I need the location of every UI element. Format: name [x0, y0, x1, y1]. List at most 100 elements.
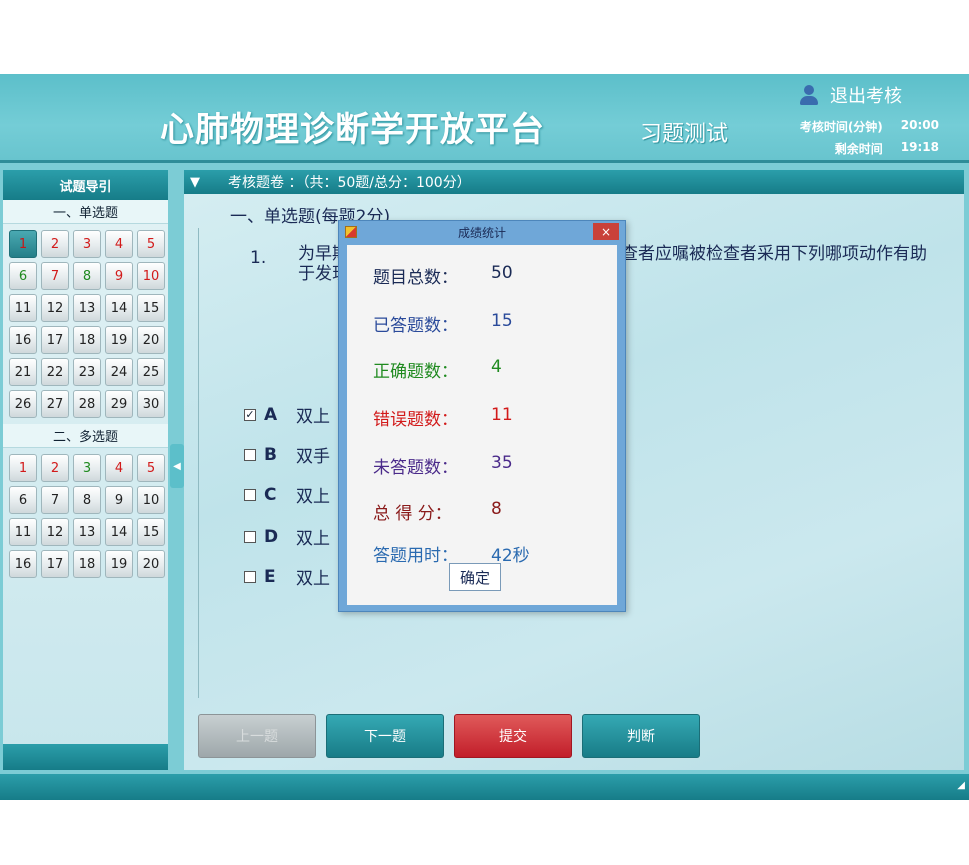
question-button-8[interactable]: 8	[73, 262, 101, 290]
next-question-button[interactable]: 下一题	[326, 714, 444, 758]
collapse-sidebar-handle[interactable]: ◀	[170, 444, 184, 488]
question-button-22[interactable]: 22	[41, 358, 69, 386]
question-button-6[interactable]: 6	[9, 262, 37, 290]
sidebar-footer	[3, 744, 168, 770]
question-button-25[interactable]: 25	[137, 358, 165, 386]
question-button-23[interactable]: 23	[73, 358, 101, 386]
question-button-19[interactable]: 19	[105, 326, 133, 354]
multi-question-button-1[interactable]: 1	[9, 454, 37, 482]
exam-time-value: 20:00	[900, 118, 939, 132]
option-d[interactable]: D 双上	[244, 524, 330, 549]
question-button-20[interactable]: 20	[137, 326, 165, 354]
exam-time-row: 考核时间(分钟) 20:00	[800, 118, 939, 135]
multi-question-button-12[interactable]: 12	[41, 518, 69, 546]
app-title: 心肺物理诊断学开放平台	[160, 110, 545, 150]
dialog-body: 题目总数： 50 已答题数： 15 正确题数： 4 错误题数： 11 未答题数：…	[347, 245, 617, 605]
question-button-12[interactable]: 12	[41, 294, 69, 322]
section1-title: 一、单选题	[3, 200, 168, 224]
multi-question-button-19[interactable]: 19	[105, 550, 133, 578]
stat-wrong-label: 错误题数：	[373, 410, 458, 430]
multi-question-button-6[interactable]: 6	[9, 486, 37, 514]
ok-button[interactable]: 确定	[449, 563, 501, 591]
multi-question-button-7[interactable]: 7	[41, 486, 69, 514]
stat-correct-label: 正确题数：	[373, 362, 458, 382]
question-button-15[interactable]: 15	[137, 294, 165, 322]
question-button-24[interactable]: 24	[105, 358, 133, 386]
paper-title-bar: ▼ 考核题卷 ：（共：50题/总分：100分）	[184, 170, 964, 194]
option-c-checkbox[interactable]	[244, 488, 256, 501]
multi-question-button-16[interactable]: 16	[9, 550, 37, 578]
multi-question-button-3[interactable]: 3	[73, 454, 101, 482]
multi-question-button-15[interactable]: 15	[137, 518, 165, 546]
question-button-2[interactable]: 2	[41, 230, 69, 258]
option-a-text: 双上	[296, 407, 330, 427]
question-button-3[interactable]: 3	[73, 230, 101, 258]
resize-grip-icon[interactable]: ◢	[957, 780, 965, 791]
question-button-26[interactable]: 26	[9, 390, 37, 418]
option-b-letter: B	[264, 444, 277, 465]
stat-answered-value: 15	[491, 311, 513, 331]
question-button-1[interactable]: 1	[9, 230, 37, 258]
option-a-checkbox[interactable]: ✓	[244, 408, 256, 421]
question-button-14[interactable]: 14	[105, 294, 133, 322]
stat-score-label: 总 得 分：	[373, 504, 452, 524]
option-b[interactable]: B 双手	[244, 442, 330, 467]
option-a[interactable]: ✓ A 双上	[244, 402, 330, 427]
stat-wrong: 错误题数： 11	[373, 405, 513, 430]
multi-question-button-18[interactable]: 18	[73, 550, 101, 578]
option-b-checkbox[interactable]	[244, 448, 256, 461]
multi-question-button-4[interactable]: 4	[105, 454, 133, 482]
question-button-29[interactable]: 29	[105, 390, 133, 418]
option-c-text: 双上	[296, 487, 330, 507]
question-button-5[interactable]: 5	[137, 230, 165, 258]
stat-correct-value: 4	[491, 357, 502, 377]
question-button-28[interactable]: 28	[73, 390, 101, 418]
dialog-titlebar: 成绩统计 ×	[339, 221, 625, 243]
question-button-27[interactable]: 27	[41, 390, 69, 418]
multi-question-button-5[interactable]: 5	[137, 454, 165, 482]
multi-question-button-13[interactable]: 13	[73, 518, 101, 546]
submit-button[interactable]: 提交	[454, 714, 572, 758]
option-d-text: 双上	[296, 529, 330, 549]
multi-question-button-17[interactable]: 17	[41, 550, 69, 578]
question-button-18[interactable]: 18	[73, 326, 101, 354]
multi-question-button-8[interactable]: 8	[73, 486, 101, 514]
option-c-letter: C	[264, 484, 277, 505]
multi-question-button-10[interactable]: 10	[137, 486, 165, 514]
option-d-checkbox[interactable]	[244, 530, 256, 543]
question-button-7[interactable]: 7	[41, 262, 69, 290]
multi-question-button-9[interactable]: 9	[105, 486, 133, 514]
option-b-text: 双手	[296, 447, 330, 467]
remaining-time-label: 剩余时间	[834, 142, 883, 156]
close-button[interactable]: ×	[593, 223, 619, 240]
question-button-13[interactable]: 13	[73, 294, 101, 322]
question-button-21[interactable]: 21	[9, 358, 37, 386]
question-button-11[interactable]: 11	[9, 294, 37, 322]
multi-question-button-2[interactable]: 2	[41, 454, 69, 482]
stat-total: 题目总数： 50	[373, 263, 513, 288]
multi-question-button-20[interactable]: 20	[137, 550, 165, 578]
option-c[interactable]: C 双上	[244, 482, 330, 507]
multi-question-button-11[interactable]: 11	[9, 518, 37, 546]
question-button-10[interactable]: 10	[137, 262, 165, 290]
logout-button[interactable]: 退出考核	[798, 82, 902, 108]
judge-button[interactable]: 判断	[582, 714, 700, 758]
multi-question-button-14[interactable]: 14	[105, 518, 133, 546]
chevron-down-icon[interactable]: ▼	[190, 175, 200, 190]
question-button-30[interactable]: 30	[137, 390, 165, 418]
question-button-4[interactable]: 4	[105, 230, 133, 258]
stat-wrong-value: 11	[491, 405, 513, 425]
option-e-checkbox[interactable]	[244, 570, 256, 583]
score-statistics-dialog: 成绩统计 × 题目总数： 50 已答题数： 15 正确题数： 4 错误题数： 1…	[338, 220, 626, 612]
question-number: 1.	[250, 248, 267, 268]
question-button-17[interactable]: 17	[41, 326, 69, 354]
question-button-16[interactable]: 16	[9, 326, 37, 354]
footer-bar	[0, 774, 969, 800]
stat-unanswered: 未答题数： 35	[373, 453, 513, 478]
navigator-title: 试题导引	[3, 170, 168, 200]
stat-answered-label: 已答题数：	[373, 316, 458, 336]
question-button-9[interactable]: 9	[105, 262, 133, 290]
prev-question-button[interactable]: 上一题	[198, 714, 316, 758]
option-a-letter: A	[264, 404, 278, 425]
option-e[interactable]: E 双上	[244, 564, 330, 589]
